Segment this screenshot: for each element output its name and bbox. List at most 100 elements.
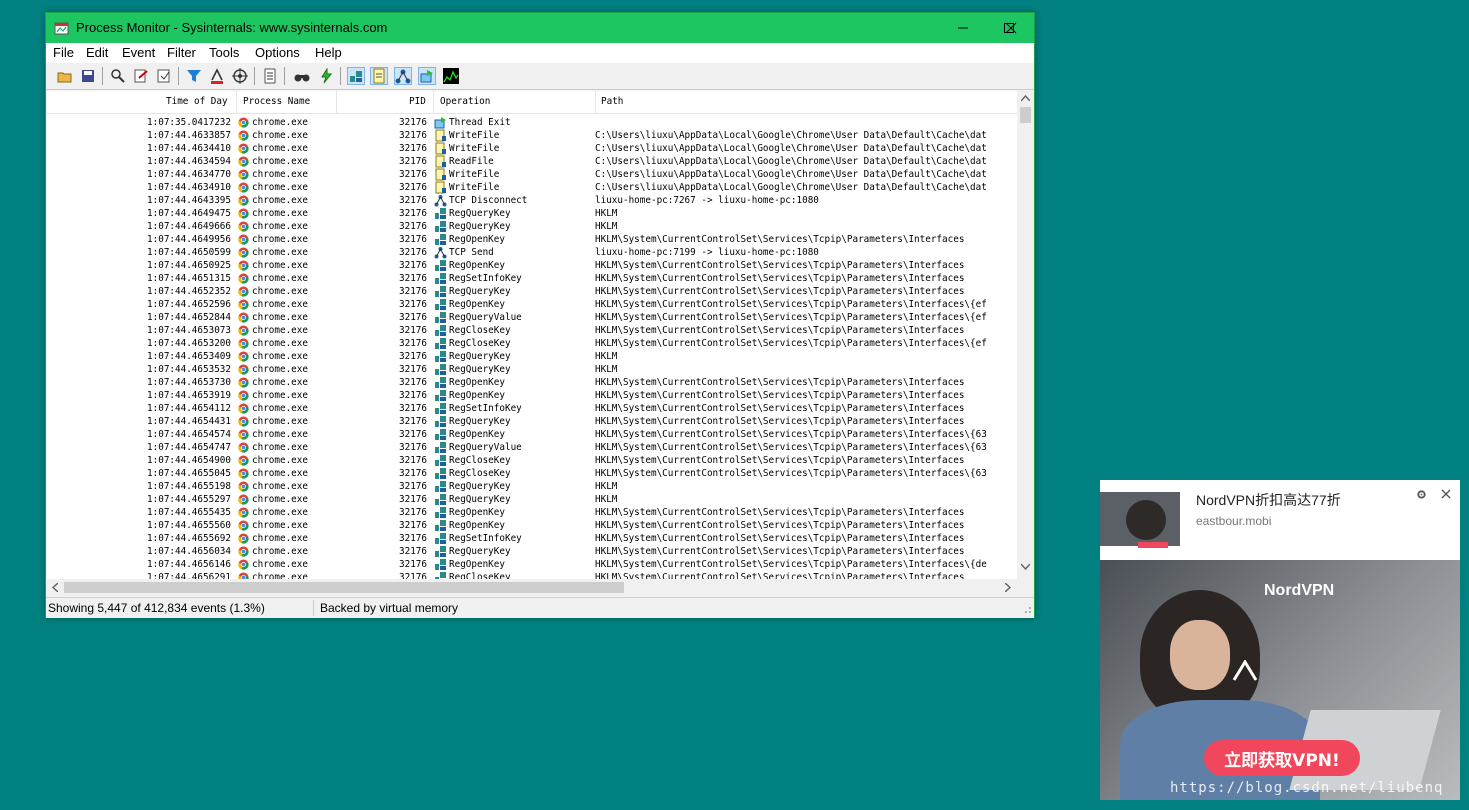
- table-row[interactable]: 1:07:44.4652844 chrome.exe 32176 RegQueryVa…: [47, 311, 1017, 324]
- table-row[interactable]: 1:07:44.4653919 chrome.exe 32176 RegOpenKey…: [47, 389, 1017, 402]
- table-row[interactable]: 1:07:44.4656034 chrome.exe 32176 RegQueryKe…: [47, 545, 1017, 558]
- table-row[interactable]: 1:07:44.4652352 chrome.exe 32176 RegQueryKe…: [47, 285, 1017, 298]
- minimize-button[interactable]: [940, 13, 986, 43]
- ad-title[interactable]: NordVPN折扣高达77折: [1196, 490, 1341, 510]
- table-row[interactable]: 1:07:44.4634594 chrome.exe 32176 ReadFile C:…: [47, 155, 1017, 168]
- magnify-button[interactable]: [109, 67, 127, 85]
- scroll-up-icon[interactable]: [1021, 95, 1030, 101]
- row-operation: RegOpenKey: [449, 234, 505, 245]
- table-row[interactable]: 1:07:44.4649475 chrome.exe 32176 RegQueryKe…: [47, 207, 1017, 220]
- column-header-time[interactable]: Time of Day: [166, 96, 228, 107]
- table-row[interactable]: 1:07:44.4634770 chrome.exe 32176 WriteFile C…: [47, 168, 1017, 181]
- row-pid: 32176: [399, 377, 427, 388]
- table-row[interactable]: 1:07:44.4649666 chrome.exe 32176 RegQueryKe…: [47, 220, 1017, 233]
- registry-op-icon: [435, 559, 446, 570]
- row-path: liuxu-home-pc:7267 -> liuxu-home-pc:1080: [595, 195, 819, 206]
- table-row[interactable]: 1:07:44.4655198 chrome.exe 32176 RegQueryKe…: [47, 480, 1017, 493]
- menu-edit[interactable]: Edit: [86, 45, 108, 60]
- table-row[interactable]: 1:07:44.4654747 chrome.exe 32176 RegQueryVa…: [47, 441, 1017, 454]
- close-button[interactable]: [988, 13, 1034, 43]
- ad-close-icon[interactable]: [1441, 489, 1451, 499]
- table-row[interactable]: 1:07:44.4655297 chrome.exe 32176 RegQueryKe…: [47, 493, 1017, 506]
- table-row[interactable]: 1:07:44.4654574 chrome.exe 32176 RegOpenKey…: [47, 428, 1017, 441]
- table-row[interactable]: 1:07:44.4649956 chrome.exe 32176 RegOpenKey…: [47, 233, 1017, 246]
- scroll-left-icon[interactable]: [52, 583, 58, 592]
- target-button[interactable]: [231, 67, 249, 85]
- table-row[interactable]: 1:07:44.4653730 chrome.exe 32176 RegOpenKey…: [47, 376, 1017, 389]
- table-row[interactable]: 1:07:44.4653073 chrome.exe 32176 RegCloseKe…: [47, 324, 1017, 337]
- vertical-scroll-thumb[interactable]: [1020, 107, 1031, 123]
- table-row[interactable]: 1:07:44.4643395 chrome.exe 32176 TCP Discon…: [47, 194, 1017, 207]
- open-button[interactable]: [56, 67, 74, 85]
- row-pid: 32176: [399, 195, 427, 206]
- profiling-button[interactable]: [442, 67, 460, 85]
- menu-filter[interactable]: Filter: [167, 45, 196, 60]
- tree-button[interactable]: [261, 67, 279, 85]
- column-header-pid[interactable]: PID: [409, 96, 426, 107]
- network-activity-toggle[interactable]: [394, 67, 412, 85]
- row-pid: 32176: [399, 533, 427, 544]
- column-header-path[interactable]: Path: [601, 96, 623, 107]
- column-header-operation[interactable]: Operation: [440, 96, 490, 107]
- menu-options[interactable]: Options: [255, 45, 300, 60]
- title-bar[interactable]: Process Monitor - Sysinternals: www.sysi…: [46, 13, 1034, 43]
- highlight-button[interactable]: [208, 67, 226, 85]
- row-pid: 32176: [399, 312, 427, 323]
- menu-help[interactable]: Help: [315, 45, 342, 60]
- process-activity-toggle[interactable]: [418, 67, 436, 85]
- column-header-process[interactable]: Process Name: [243, 96, 310, 107]
- scroll-right-icon[interactable]: [1005, 583, 1011, 592]
- table-row[interactable]: 1:07:44.4652596 chrome.exe 32176 RegOpenKey…: [47, 298, 1017, 311]
- row-pid: 32176: [399, 442, 427, 453]
- menu-tools[interactable]: Tools: [209, 45, 239, 60]
- menu-event[interactable]: Event: [122, 45, 155, 60]
- row-process: chrome.exe: [252, 169, 308, 180]
- filter-button[interactable]: [185, 67, 203, 85]
- scroll-down-icon[interactable]: [1021, 564, 1030, 570]
- table-row[interactable]: 1:07:35.0417232 chrome.exe 32176 Thread Exi…: [47, 116, 1017, 129]
- jump-button[interactable]: [317, 67, 335, 85]
- registry-activity-toggle[interactable]: [347, 67, 365, 85]
- find-button[interactable]: [293, 67, 311, 85]
- table-row[interactable]: 1:07:44.4653200 chrome.exe 32176 RegCloseKe…: [47, 337, 1017, 350]
- chrome-icon: [238, 234, 249, 245]
- capture-button[interactable]: [132, 67, 150, 85]
- horizontal-scroll-thumb[interactable]: [64, 582, 624, 593]
- table-row[interactable]: 1:07:44.4655560 chrome.exe 32176 RegOpenKey…: [47, 519, 1017, 532]
- ad-thumbnail[interactable]: [1100, 492, 1180, 548]
- save-button[interactable]: [79, 67, 97, 85]
- row-process: chrome.exe: [252, 455, 308, 466]
- row-process: chrome.exe: [252, 182, 308, 193]
- table-row[interactable]: 1:07:44.4654900 chrome.exe 32176 RegCloseKe…: [47, 454, 1017, 467]
- table-row[interactable]: 1:07:44.4655435 chrome.exe 32176 RegOpenKey…: [47, 506, 1017, 519]
- table-row[interactable]: 1:07:44.4633857 chrome.exe 32176 WriteFile C…: [47, 129, 1017, 142]
- table-row[interactable]: 1:07:44.4656291 chrome.exe 32176 RegCloseKe…: [47, 571, 1017, 579]
- ad-cta-button[interactable]: 立即获取VPN!: [1204, 740, 1360, 776]
- table-row[interactable]: 1:07:44.4634910 chrome.exe 32176 WriteFile C…: [47, 181, 1017, 194]
- file-op-icon: [435, 155, 446, 168]
- table-row[interactable]: 1:07:44.4655045 chrome.exe 32176 RegCloseKe…: [47, 467, 1017, 480]
- table-row[interactable]: 1:07:44.4650925 chrome.exe 32176 RegOpenKey…: [47, 259, 1017, 272]
- table-row[interactable]: 1:07:44.4653532 chrome.exe 32176 RegQueryKe…: [47, 363, 1017, 376]
- table-row[interactable]: 1:07:44.4656146 chrome.exe 32176 RegOpenKey…: [47, 558, 1017, 571]
- table-row[interactable]: 1:07:44.4650599 chrome.exe 32176 TCP Send li…: [47, 246, 1017, 259]
- menu-file[interactable]: File: [53, 45, 74, 60]
- table-row[interactable]: 1:07:44.4653409 chrome.exe 32176 RegQueryKe…: [47, 350, 1017, 363]
- registry-op-icon: [435, 260, 446, 271]
- horizontal-scrollbar[interactable]: [47, 579, 1017, 596]
- table-row[interactable]: 1:07:44.4651315 chrome.exe 32176 RegSetInfo…: [47, 272, 1017, 285]
- table-row[interactable]: 1:07:44.4654112 chrome.exe 32176 RegSetInfo…: [47, 402, 1017, 415]
- file-activity-toggle[interactable]: [370, 67, 388, 85]
- row-operation: RegQueryKey: [449, 416, 511, 427]
- row-pid: 32176: [399, 481, 427, 492]
- autoscroll-button[interactable]: [155, 67, 173, 85]
- table-row[interactable]: 1:07:44.4634410 chrome.exe 32176 WriteFile C…: [47, 142, 1017, 155]
- row-time: 1:07:35.0417232: [147, 117, 231, 128]
- vertical-scrollbar[interactable]: [1017, 91, 1034, 579]
- nordvpn-ad[interactable]: NordVPN折扣高达77折 eastbour.mobi NordVPN 立即获…: [1100, 480, 1460, 800]
- resize-grip-icon[interactable]: [1022, 604, 1032, 614]
- registry-op-icon: [435, 416, 446, 427]
- table-row[interactable]: 1:07:44.4654431 chrome.exe 32176 RegQueryKe…: [47, 415, 1017, 428]
- table-row[interactable]: 1:07:44.4655692 chrome.exe 32176 RegSetInfo…: [47, 532, 1017, 545]
- ad-settings-icon[interactable]: [1416, 489, 1427, 500]
